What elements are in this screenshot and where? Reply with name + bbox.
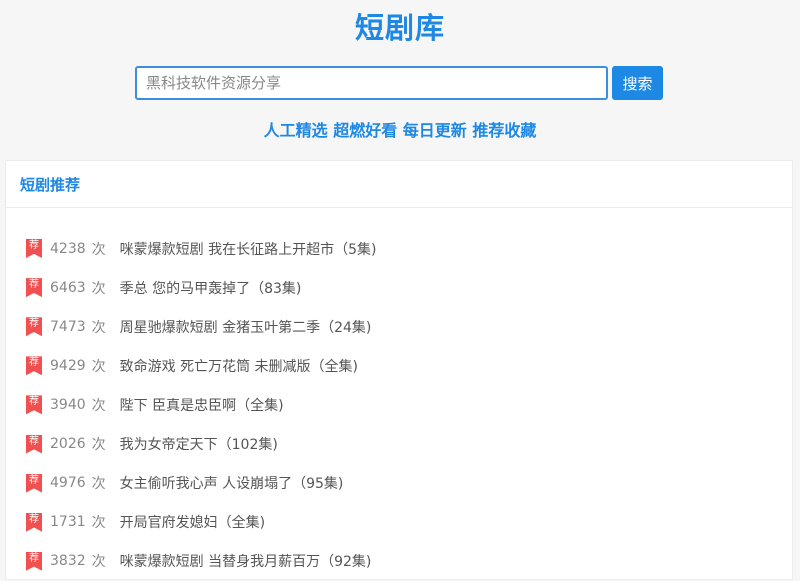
view-count-unit: 次 [91, 554, 106, 571]
view-count-unit: 次 [91, 280, 106, 297]
search-input[interactable] [135, 66, 608, 100]
drama-title-link[interactable]: 咪蒙爆款短剧 当替身我月薪百万（92集) [120, 551, 372, 571]
view-count: 4238 [50, 240, 86, 257]
bookmark-ribbon-icon: 荐 [26, 317, 42, 337]
bookmark-ribbon-icon: 荐 [26, 356, 42, 376]
list-item: 荐 4976 次 女主偷听我心声 人设崩塌了（95集) [6, 464, 792, 503]
drama-title-link[interactable]: 女主偷听我心声 人设崩塌了（95集) [120, 473, 344, 493]
bookmark-ribbon-icon: 荐 [26, 395, 42, 415]
view-count: 4976 [50, 475, 86, 492]
bookmark-ribbon-icon: 荐 [26, 434, 42, 454]
bookmark-ribbon-icon: 荐 [26, 551, 42, 571]
view-count-unit: 次 [91, 515, 106, 532]
view-count-unit: 次 [91, 241, 106, 258]
panel-title: 短剧推荐 [20, 175, 81, 194]
view-count: 3832 [50, 553, 86, 570]
drama-title-link[interactable]: 陛下 臣真是忠臣啊（全集) [120, 395, 284, 415]
list-item: 荐 9429 次 致命游戏 死亡万花筒 未删减版（全集) [6, 346, 792, 385]
list-item: 荐 7473 次 周星驰爆款短剧 金猪玉叶第二季（24集) [6, 307, 792, 346]
list-item: 荐 4238 次 咪蒙爆款短剧 我在长征路上开超市（5集) [6, 229, 792, 268]
view-count-unit: 次 [91, 319, 106, 336]
drama-title-link[interactable]: 咪蒙爆款短剧 我在长征路上开超市（5集) [120, 239, 377, 259]
drama-title-link[interactable]: 我为女帝定天下（102集) [120, 434, 278, 454]
drama-title-link[interactable]: 周星驰爆款短剧 金猪玉叶第二季（24集) [120, 317, 372, 337]
bookmark-ribbon-icon: 荐 [26, 239, 42, 259]
bookmark-ribbon-icon: 荐 [26, 512, 42, 532]
drama-title-link[interactable]: 致命游戏 死亡万花筒 未删减版（全集) [120, 356, 358, 376]
view-count: 3940 [50, 396, 86, 413]
view-count: 6463 [50, 279, 86, 296]
search-button[interactable]: 搜索 [612, 66, 663, 100]
list-item: 荐 3940 次 陛下 臣真是忠臣啊（全集) [6, 385, 792, 424]
view-count: 9429 [50, 357, 86, 374]
drama-title-link[interactable]: 开局官府发媳妇（全集) [120, 512, 265, 532]
view-count: 1731 [50, 514, 86, 531]
bookmark-ribbon-icon: 荐 [26, 473, 42, 493]
view-count-unit: 次 [91, 476, 106, 493]
list-item: 荐 6463 次 季总 您的马甲轰掉了（83集) [6, 268, 792, 307]
view-count-unit: 次 [91, 397, 106, 414]
site-title: 短剧库 [354, 11, 445, 45]
view-count: 2026 [50, 436, 86, 453]
tagline: 人工精选 超燃好看 每日更新 推荐收藏 [263, 121, 537, 140]
drama-title-link[interactable]: 季总 您的马甲轰掉了（83集) [120, 278, 302, 298]
list-item: 荐 1731 次 开局官府发媳妇（全集) [6, 503, 792, 542]
panel-header: 短剧推荐 [6, 161, 792, 208]
recommend-panel: 短剧推荐 荐 4238 次 咪蒙爆款短剧 我在长征路上开超市（5集) 荐 646… [5, 160, 793, 580]
view-count-unit: 次 [91, 358, 106, 375]
recommend-list: 荐 4238 次 咪蒙爆款短剧 我在长征路上开超市（5集) 荐 6463 次 季… [6, 229, 792, 581]
view-count: 7473 [50, 318, 86, 335]
list-item: 荐 3832 次 咪蒙爆款短剧 当替身我月薪百万（92集) [6, 542, 792, 581]
list-item: 荐 2026 次 我为女帝定天下（102集) [6, 424, 792, 463]
bookmark-ribbon-icon: 荐 [26, 278, 42, 298]
view-count-unit: 次 [91, 437, 106, 454]
